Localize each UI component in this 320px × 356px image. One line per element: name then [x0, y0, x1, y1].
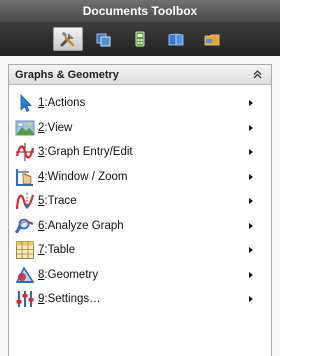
menu-item-trace[interactable]: 5:Trace	[9, 189, 271, 214]
tab-content-explorer[interactable]	[197, 27, 227, 51]
tab-tools[interactable]	[53, 27, 83, 51]
submenu-arrow-icon	[249, 271, 253, 278]
graph-entry-icon	[15, 143, 35, 162]
library-icon	[168, 33, 184, 46]
double-chevron-up-icon	[253, 70, 261, 79]
graphs-geometry-panel: Graphs & Geometry 1:Actions 2:View 3:Gra…	[8, 64, 272, 356]
tab-page-sorter[interactable]	[89, 27, 119, 51]
panel-title: Graphs & Geometry	[15, 68, 119, 81]
menu-item-view[interactable]: 2:View	[9, 116, 271, 141]
collapse-button[interactable]	[251, 69, 263, 81]
submenu-arrow-icon	[249, 173, 253, 180]
submenu-arrow-icon	[249, 222, 253, 229]
toolbox-tabs	[0, 22, 280, 56]
zoom-icon	[16, 168, 33, 186]
menu-item-table[interactable]: 7:Table	[9, 238, 271, 263]
panel-header[interactable]: Graphs & Geometry	[9, 65, 271, 85]
menu-item-geometry[interactable]: 8:Geometry	[9, 263, 271, 288]
tab-calculator[interactable]	[125, 27, 155, 51]
submenu-arrow-icon	[249, 247, 253, 254]
settings-icon	[16, 291, 34, 308]
tools-icon	[60, 31, 75, 47]
submenu-arrow-icon	[249, 100, 253, 107]
view-icon	[15, 120, 35, 136]
documents-toolbox: Documents Toolbox Graphs & Geometry 1:Ac…	[0, 0, 280, 356]
calculator-icon	[135, 31, 145, 47]
arrow-pointer-icon	[20, 94, 32, 113]
tools-menu: 1:Actions 2:View 3:Graph Entry/Edit 4:Wi…	[9, 85, 271, 312]
menu-item-settings[interactable]: 9:Settings…	[9, 287, 271, 312]
tab-library[interactable]	[161, 27, 191, 51]
submenu-arrow-icon	[249, 198, 253, 205]
submenu-arrow-icon	[249, 296, 253, 303]
analyze-graph-icon	[15, 218, 34, 234]
menu-item-graph-entry-edit[interactable]: 3:Graph Entry/Edit	[9, 140, 271, 165]
table-icon	[16, 241, 34, 260]
trace-icon	[15, 193, 35, 210]
page-sorter-icon	[96, 33, 111, 47]
submenu-arrow-icon	[249, 124, 253, 131]
menu-item-analyze-graph[interactable]: 6:Analyze Graph	[9, 214, 271, 239]
toolbox-title: Documents Toolbox	[0, 0, 280, 22]
submenu-arrow-icon	[249, 149, 253, 156]
menu-item-window-zoom[interactable]: 4:Window / Zoom	[9, 165, 271, 190]
content-explorer-icon	[204, 34, 220, 46]
geometry-icon	[15, 266, 35, 283]
menu-item-actions[interactable]: 1:Actions	[9, 91, 271, 116]
